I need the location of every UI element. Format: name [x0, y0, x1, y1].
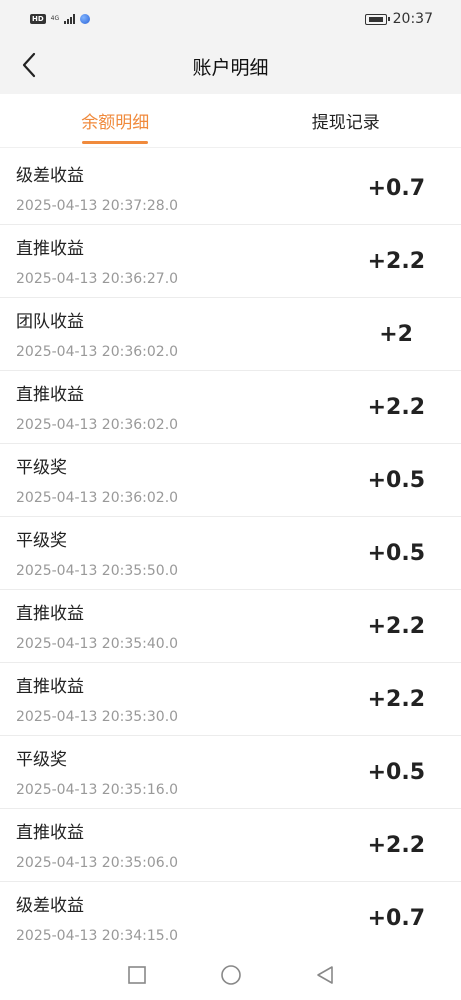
record-time: 2025-04-13 20:35:16.0	[16, 782, 179, 798]
record-time: 2025-04-13 20:34:15.0	[16, 928, 179, 944]
app-notification-icon	[80, 14, 91, 24]
record-time: 2025-04-13 20:36:02.0	[16, 490, 179, 506]
list-item[interactable]: 级差收益 2025-04-13 20:34:15.0 +0.7	[0, 882, 461, 955]
chevron-left-icon	[22, 52, 36, 78]
record-amount: +0.5	[367, 760, 425, 785]
status-bar: HD 4G 20:37	[0, 0, 461, 38]
list-item[interactable]: 团队收益 2025-04-13 20:36:02.0 +2	[0, 298, 461, 371]
system-nav-bar	[0, 950, 461, 1000]
record-time: 2025-04-13 20:36:27.0	[16, 271, 179, 287]
recent-apps-button[interactable]	[125, 963, 149, 987]
list-item[interactable]: 直推收益 2025-04-13 20:36:02.0 +2.2	[0, 371, 461, 444]
record-title: 直推收益	[16, 677, 84, 697]
battery-icon	[364, 13, 390, 25]
circle-icon	[220, 965, 241, 985]
record-title: 级差收益	[16, 166, 84, 186]
record-amount: +0.5	[367, 468, 425, 493]
record-amount: +0.5	[367, 541, 425, 566]
status-time: 20:37	[392, 11, 433, 27]
record-time: 2025-04-13 20:36:02.0	[16, 417, 179, 433]
list-item[interactable]: 平级奖 2025-04-13 20:36:02.0 +0.5	[0, 444, 461, 517]
home-button[interactable]	[219, 963, 243, 987]
record-amount: +2.2	[367, 249, 425, 274]
status-left: HD 4G	[30, 14, 91, 24]
record-amount: +2.2	[367, 395, 425, 420]
signal-icon	[64, 14, 76, 24]
record-title: 直推收益	[16, 604, 84, 624]
list-item[interactable]: 直推收益 2025-04-13 20:35:30.0 +2.2	[0, 663, 461, 736]
list-item[interactable]: 直推收益 2025-04-13 20:35:40.0 +2.2	[0, 590, 461, 663]
balance-record-list: 级差收益 2025-04-13 20:37:28.0 +0.7 直推收益 202…	[0, 152, 461, 955]
triangle-back-icon	[316, 966, 333, 984]
record-amount: +2.2	[367, 687, 425, 712]
record-title: 平级奖	[16, 531, 67, 551]
back-button[interactable]	[14, 50, 44, 80]
record-title: 团队收益	[16, 312, 84, 332]
network-type: 4G	[51, 16, 59, 22]
record-title: 平级奖	[16, 458, 67, 478]
network-type-label: 4G	[50, 15, 60, 22]
page-title: 账户明细	[192, 56, 269, 79]
record-title: 级差收益	[16, 896, 84, 916]
list-item[interactable]: 直推收益 2025-04-13 20:36:27.0 +2.2	[0, 225, 461, 298]
record-time: 2025-04-13 20:35:50.0	[16, 563, 179, 579]
record-title: 平级奖	[16, 750, 67, 770]
tab-withdrawal-records[interactable]: 提现记录	[231, 94, 461, 147]
tab-bar: 余额明细 提现记录	[0, 94, 461, 148]
record-amount: +2	[379, 322, 413, 347]
list-item[interactable]: 直推收益 2025-04-13 20:35:06.0 +2.2	[0, 809, 461, 882]
square-icon	[127, 966, 146, 984]
record-time: 2025-04-13 20:35:06.0	[16, 855, 179, 871]
record-amount: +2.2	[367, 833, 425, 858]
status-right: 20:37	[364, 11, 433, 27]
record-amount: +0.7	[367, 176, 425, 201]
hd-badge: HD	[30, 14, 46, 24]
system-back-button[interactable]	[313, 963, 337, 987]
list-item[interactable]: 平级奖 2025-04-13 20:35:50.0 +0.5	[0, 517, 461, 590]
record-time: 2025-04-13 20:35:40.0	[16, 636, 179, 652]
app-header: 账户明细	[0, 38, 461, 94]
record-title: 直推收益	[16, 239, 84, 259]
record-time: 2025-04-13 20:37:28.0	[16, 198, 179, 214]
record-title: 直推收益	[16, 823, 84, 843]
record-time: 2025-04-13 20:35:30.0	[16, 709, 179, 725]
list-item[interactable]: 平级奖 2025-04-13 20:35:16.0 +0.5	[0, 736, 461, 809]
list-item[interactable]: 级差收益 2025-04-13 20:37:28.0 +0.7	[0, 152, 461, 225]
record-title: 直推收益	[16, 385, 84, 405]
record-time: 2025-04-13 20:36:02.0	[16, 344, 179, 360]
record-amount: +0.7	[367, 906, 425, 931]
record-amount: +2.2	[367, 614, 425, 639]
tab-balance-details[interactable]: 余额明细	[0, 94, 231, 147]
